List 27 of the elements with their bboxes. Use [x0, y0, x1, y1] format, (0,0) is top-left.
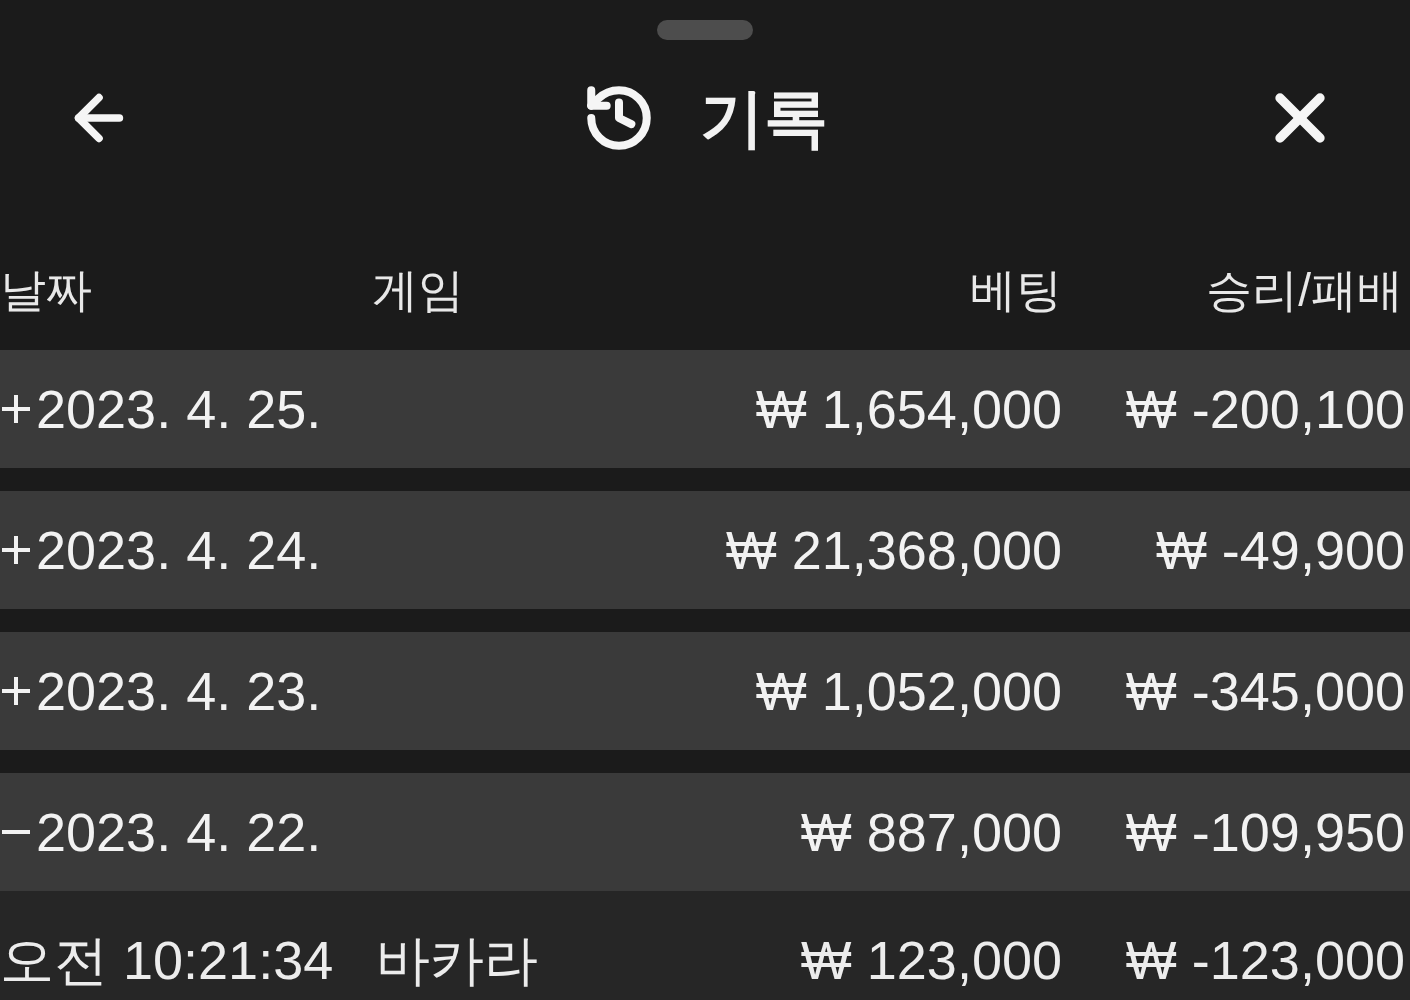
- time-text: 오전 10:21:34: [0, 932, 335, 987]
- date-group-row[interactable]: 2023. 4. 25. ₩ 1,654,000 ₩ -200,100: [0, 350, 1410, 468]
- column-header: 베팅: [970, 267, 1062, 313]
- date-group-row[interactable]: 2023. 4. 22. ₩ 887,000 ₩ -109,950: [0, 773, 1410, 891]
- date-group-row[interactable]: 2023. 4. 23. ₩ 1,052,000 ₩ -345,000: [0, 632, 1410, 750]
- game-name: 바카라: [376, 932, 538, 987]
- result-amount: ₩ -345,000: [1124, 664, 1406, 718]
- result-amount: ₩ -123,000: [1124, 932, 1406, 987]
- date-group-row[interactable]: 2023. 4. 24. ₩ 21,368,000 ₩ -49,900: [0, 491, 1410, 609]
- column-header: 게임: [372, 267, 464, 313]
- sheet-title: 기록: [700, 86, 828, 150]
- date-text: 2023. 4. 23.: [36, 664, 322, 718]
- bet-amount: ₩ 123,000: [800, 932, 1062, 987]
- date-text: 2023. 4. 22.: [36, 805, 322, 859]
- column-header: 날짜: [0, 267, 93, 313]
- bet-amount: ₩ 887,000: [800, 805, 1062, 859]
- result-amount: ₩ -109,950: [1124, 805, 1406, 859]
- date-text: 2023. 4. 24.: [36, 523, 322, 577]
- bet-amount: ₩ 21,368,000: [725, 523, 1062, 577]
- bet-amount: ₩ 1,654,000: [755, 382, 1062, 436]
- column-header: 승리/패배: [1205, 267, 1404, 313]
- drag-handle[interactable]: [657, 20, 753, 40]
- date-text: 2023. 4. 25.: [36, 382, 322, 436]
- bet-amount: ₩ 1,052,000: [755, 664, 1062, 718]
- game-detail-row[interactable]: 오전 10:21:34 바카라 ₩ 123,000 ₩ -123,000: [0, 891, 1410, 1000]
- result-amount: ₩ -49,900: [1154, 523, 1406, 577]
- result-amount: ₩ -200,100: [1124, 382, 1406, 436]
